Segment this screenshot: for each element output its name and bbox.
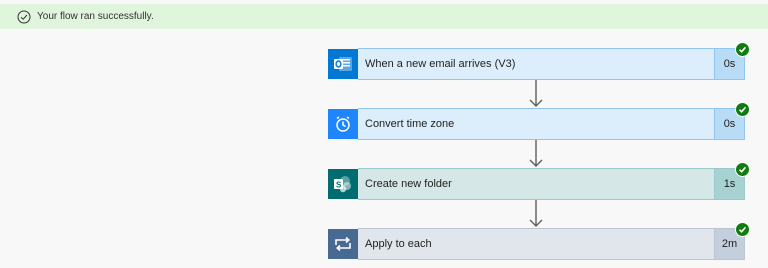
step-apply-to-each[interactable]: Apply to each 2m (328, 222, 750, 260)
success-check-icon (735, 162, 750, 177)
step-label: Create new folder (365, 178, 452, 190)
step-body: When a new email arrives (V3) (358, 48, 715, 80)
step-label: When a new email arrives (V3) (365, 58, 516, 70)
check-circle-icon (17, 10, 31, 24)
outlook-icon (328, 49, 358, 79)
success-check-icon (735, 42, 750, 57)
step-convert-time-zone[interactable]: Convert time zone 0s (328, 102, 750, 140)
success-banner: Your flow ran successfully. (0, 4, 768, 29)
success-message: Your flow ran successfully. (37, 11, 154, 22)
loop-icon (328, 229, 358, 259)
step-body: Convert time zone (358, 108, 715, 140)
arrow-down-icon (529, 140, 543, 167)
arrow-down-icon (529, 80, 543, 107)
clock-icon (328, 109, 358, 139)
arrow-down-icon (529, 200, 543, 227)
step-label: Convert time zone (365, 118, 455, 130)
success-check-icon (735, 102, 750, 117)
step-body: Apply to each (358, 228, 715, 260)
step-create-new-folder[interactable]: S Create new folder 1s (328, 162, 750, 200)
sharepoint-icon: S (328, 169, 358, 199)
step-label: Apply to each (365, 238, 432, 250)
svg-text:S: S (336, 181, 342, 190)
step-when-new-email-arrives[interactable]: When a new email arrives (V3) 0s (328, 42, 750, 80)
step-body: Create new folder (358, 168, 715, 200)
success-check-icon (735, 222, 750, 237)
